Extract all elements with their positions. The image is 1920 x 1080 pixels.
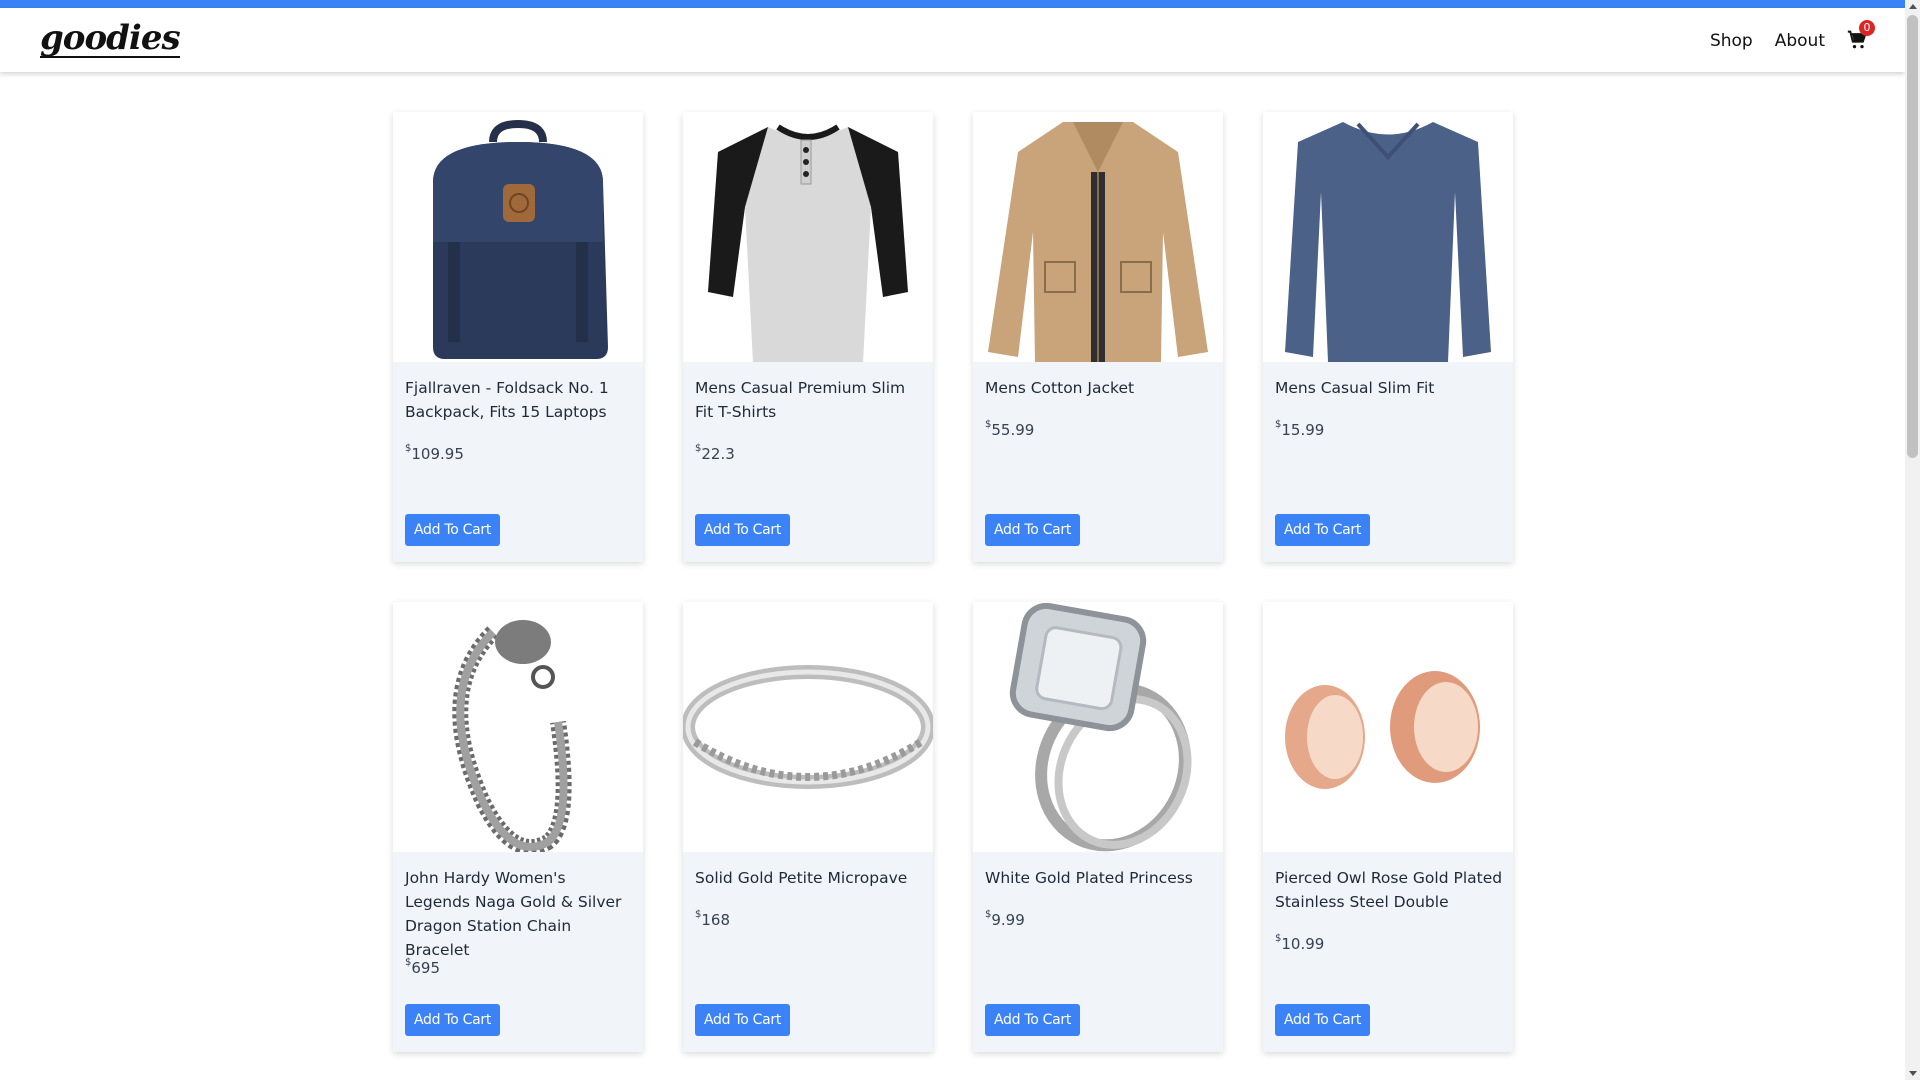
add-to-cart-button[interactable]: Add To Cart (985, 1004, 1081, 1036)
product-image-jacket[interactable] (973, 112, 1223, 362)
product-card: Solid Gold Petite Micropave $168 Add To … (683, 602, 933, 1052)
nav-about-link[interactable]: About (1775, 31, 1825, 51)
product-image-ring[interactable] (683, 602, 933, 852)
product-grid: Fjallraven - Foldsack No. 1 Backpack, Fi… (393, 112, 1513, 1052)
product-title[interactable]: Mens Casual Slim Fit (1275, 376, 1505, 400)
product-card: Mens Cotton Jacket $55.99 Add To Cart (973, 112, 1223, 562)
add-to-cart-button[interactable]: Add To Cart (985, 514, 1081, 546)
product-card: Mens Casual Premium Slim Fit T-Shirts $2… (683, 112, 933, 562)
product-card: Mens Casual Slim Fit $15.99 Add To Cart (1263, 112, 1513, 562)
product-image-long-sleeve[interactable] (1263, 112, 1513, 362)
product-price: $22.3 (695, 443, 735, 463)
product-title[interactable]: Pierced Owl Rose Gold Plated Stainless S… (1275, 866, 1505, 914)
product-title[interactable]: John Hardy Women's Legends Naga Gold & S… (405, 866, 635, 962)
cart-button[interactable]: 0 (1847, 20, 1875, 52)
scroll-down-arrow-icon[interactable] (1909, 1071, 1917, 1076)
product-price: $9.99 (985, 909, 1025, 929)
add-to-cart-button[interactable]: Add To Cart (695, 1004, 791, 1036)
nav-links: Shop About 0 (1710, 20, 1875, 52)
product-card: White Gold Plated Princess $9.99 Add To … (973, 602, 1223, 1052)
product-image-tshirt[interactable] (683, 112, 933, 362)
product-card: John Hardy Women's Legends Naga Gold & S… (393, 602, 643, 1052)
product-image-rose-gold-tunnels[interactable] (1263, 602, 1513, 852)
product-price: $15.99 (1275, 419, 1325, 439)
nav-shop-link[interactable]: Shop (1710, 31, 1753, 51)
add-to-cart-button[interactable]: Add To Cart (405, 514, 501, 546)
add-to-cart-button[interactable]: Add To Cart (1275, 1004, 1371, 1036)
scrollbar-thumb[interactable] (1907, 15, 1918, 458)
product-card: Pierced Owl Rose Gold Plated Stainless S… (1263, 602, 1513, 1052)
vertical-scrollbar[interactable] (1905, 0, 1920, 1080)
add-to-cart-button[interactable]: Add To Cart (695, 514, 791, 546)
product-card: Fjallraven - Foldsack No. 1 Backpack, Fi… (393, 112, 643, 562)
product-price: $109.95 (405, 443, 464, 463)
product-image-bracelet[interactable] (393, 602, 643, 852)
product-title[interactable]: Solid Gold Petite Micropave (695, 866, 925, 890)
add-to-cart-button[interactable]: Add To Cart (1275, 514, 1371, 546)
product-price: $10.99 (1275, 933, 1325, 953)
product-title[interactable]: Fjallraven - Foldsack No. 1 Backpack, Fi… (405, 376, 635, 424)
navbar: goodies Shop About 0 (0, 8, 1905, 72)
product-image-diamond-ring[interactable] (973, 602, 1223, 852)
product-price: $695 (405, 957, 441, 977)
product-price: $168 (695, 909, 731, 929)
product-title[interactable]: Mens Cotton Jacket (985, 376, 1215, 400)
cart-count-badge: 0 (1859, 20, 1875, 36)
add-to-cart-button[interactable]: Add To Cart (405, 1004, 501, 1036)
product-title[interactable]: Mens Casual Premium Slim Fit T-Shirts (695, 376, 925, 424)
scroll-up-arrow-icon[interactable] (1909, 4, 1917, 9)
product-price: $55.99 (985, 419, 1035, 439)
logo[interactable]: goodies (40, 20, 181, 58)
top-accent-bar (0, 0, 1920, 8)
product-image-backpack[interactable] (393, 112, 643, 362)
product-title[interactable]: White Gold Plated Princess (985, 866, 1215, 890)
